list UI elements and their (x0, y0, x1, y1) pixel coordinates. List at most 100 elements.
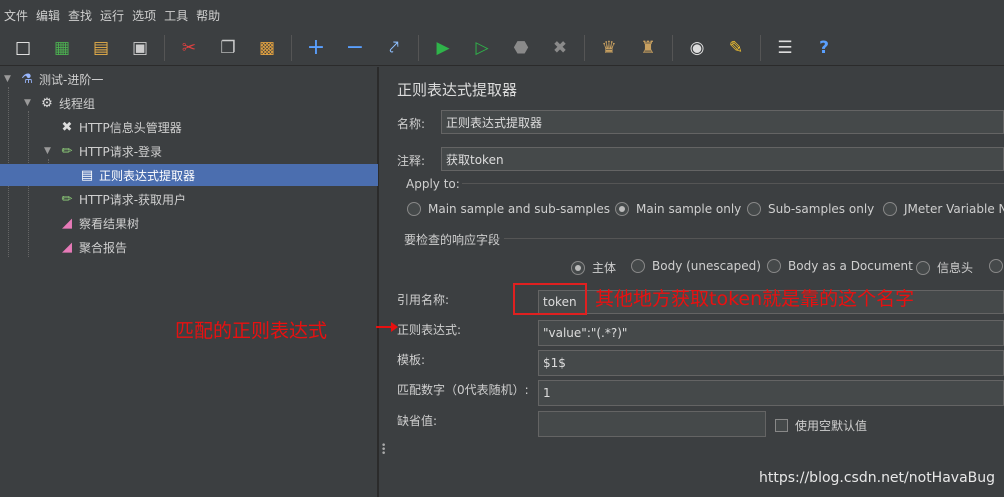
collapse-icon[interactable]: − (340, 33, 370, 63)
match-no-label: 匹配数字（0代表随机）: (397, 383, 529, 397)
template-field[interactable]: $1$ (538, 350, 1004, 376)
save-icon[interactable]: ▣ (125, 33, 155, 63)
field-headers-radio[interactable]: 信息头 (916, 259, 973, 276)
toolbar-separator (291, 34, 292, 61)
tree-node-label: 聚合报告 (79, 240, 128, 255)
toolbar-separator (760, 34, 761, 61)
name-field[interactable]: 正则表达式提取器 (441, 110, 1004, 134)
apply-to-main-only-radio[interactable]: Main sample only (615, 202, 741, 216)
response-field-group-border (504, 238, 1004, 239)
tree-node-thread-group[interactable]: ▼ ⚙ 线程组 (24, 92, 374, 114)
splitter-grip-icon[interactable]: • • • (381, 442, 386, 459)
tree-node-header-manager[interactable]: ✖ HTTP信息头管理器 (58, 116, 374, 138)
copy-icon[interactable]: ❐ (213, 33, 243, 63)
pipette-icon: ✏ (61, 191, 73, 207)
menu-run[interactable]: 运行 (100, 7, 124, 24)
open-icon[interactable]: ▤ (86, 33, 116, 63)
tree-node-test-plan[interactable]: ▼ ⚗ 测试-进阶一 (4, 68, 374, 90)
stop-icon[interactable]: ⬣ (506, 33, 536, 63)
annotation-regex-note: 匹配的正则表达式 (175, 320, 328, 342)
function-helper-icon[interactable]: ☰ (770, 33, 800, 63)
reset-search-icon[interactable]: ✎ (721, 33, 751, 63)
tree-node-label: 测试-进阶一 (39, 72, 104, 87)
gear-icon: ⚙ (41, 95, 53, 111)
graph-icon: ◢ (62, 215, 72, 231)
expand-icon[interactable]: + (301, 33, 331, 63)
tree-node-label: 察看结果树 (79, 216, 140, 231)
use-empty-default-checkbox[interactable]: 使用空默认值 (775, 417, 867, 434)
apply-to-sub-only-radio[interactable]: Sub-samples only (747, 202, 874, 216)
tree-node-label: 线程组 (59, 96, 96, 111)
templates-icon[interactable]: ▦ (47, 33, 77, 63)
tree-node-http-login[interactable]: ▼ ✏ HTTP请求-登录 (44, 140, 374, 162)
radio-label: Main sample and sub-samples (428, 202, 610, 216)
radio-label: Main sample only (636, 202, 742, 216)
apply-to-jmeter-variable-radio[interactable]: JMeter Variable Na (883, 202, 1004, 216)
radio-label: Body (unescaped) (652, 259, 761, 273)
clear-icon[interactable]: ♛ (594, 33, 624, 63)
extractor-panel: 正则表达式提取器 名称: 正则表达式提取器 注释: 获取token Apply … (386, 67, 1004, 497)
search-icon[interactable]: ◉ (682, 33, 712, 63)
radio-dot (747, 202, 761, 216)
field-body-radio[interactable]: 主体 (571, 259, 616, 276)
field-more-radio[interactable] (989, 259, 1004, 273)
checkbox-label: 使用空默认值 (795, 419, 868, 433)
ref-name-label: 引用名称: (397, 293, 450, 307)
radio-label: 信息头 (937, 261, 974, 275)
watermark: https://blog.csdn.net/notHavaBug (759, 470, 996, 486)
test-plan-tree: ▼ ⚗ 测试-进阶一 ▼ ⚙ 线程组 ✖ HTTP信息头管理器 ▼ ✏ HTTP… (0, 67, 378, 497)
tree-node-results-tree[interactable]: ◢ 察看结果树 (58, 212, 374, 234)
toolbar-separator (418, 34, 419, 61)
menu-tools[interactable]: 工具 (164, 7, 188, 24)
radio-label: 主体 (592, 261, 617, 275)
radio-dot (916, 260, 930, 275)
paste-icon[interactable]: ▩ (252, 33, 282, 63)
split-pane-divider[interactable] (378, 67, 386, 497)
field-body-as-document-radio[interactable]: Body as a Document (767, 259, 913, 273)
annotation-highlight-box (513, 283, 587, 315)
chevron-down-icon[interactable]: ▼ (4, 74, 18, 84)
default-value-field[interactable] (538, 411, 766, 437)
tree-node-label: HTTP请求-获取用户 (79, 192, 187, 207)
menu-file[interactable]: 文件 (4, 7, 28, 24)
toggle-icon[interactable]: ⤤ (379, 33, 409, 63)
tree-node-regex-extractor[interactable]: ▤ 正则表达式提取器 (0, 164, 378, 186)
chevron-down-icon[interactable]: ▼ (44, 146, 58, 156)
regex-field[interactable]: "value":"(.*?)" (538, 320, 1004, 346)
radio-dot (615, 202, 629, 216)
menu-help[interactable]: 帮助 (196, 7, 220, 24)
toolbar-separator (164, 34, 165, 61)
match-no-field[interactable]: 1 (538, 380, 1004, 406)
menu-options[interactable]: 选项 (132, 7, 156, 24)
shutdown-icon[interactable]: ✖ (545, 33, 575, 63)
clear-all-icon[interactable]: ♜ (633, 33, 663, 63)
apply-to-main-and-sub-radio[interactable]: Main sample and sub-samples (407, 202, 610, 216)
radio-dot (989, 259, 1003, 273)
tree-node-label: HTTP请求-登录 (79, 144, 163, 159)
name-label: 名称: (397, 117, 426, 131)
chevron-down-icon[interactable]: ▼ (24, 98, 38, 108)
tree-node-http-get-user[interactable]: ✏ HTTP请求-获取用户 (58, 188, 374, 210)
toolbar: □ ▦ ▤ ▣ ✂ ❐ ▩ + − ⤤ ▶ ▷ ⬣ ✖ ♛ ♜ ◉ ✎ ☰ ? (0, 30, 1004, 66)
toolbar-separator (672, 34, 673, 61)
help-icon[interactable]: ? (809, 33, 839, 63)
menu-edit[interactable]: 编辑 (36, 7, 60, 24)
cut-icon[interactable]: ✂ (174, 33, 204, 63)
new-icon[interactable]: □ (8, 33, 38, 63)
start-icon[interactable]: ▶ (428, 33, 458, 63)
toolbar-separator (584, 34, 585, 61)
comment-field[interactable]: 获取token (441, 147, 1004, 171)
template-label: 模板: (397, 353, 426, 367)
radio-dot (631, 259, 645, 273)
field-body-unescaped-radio[interactable]: Body (unescaped) (631, 259, 761, 273)
wrench-icon: ✖ (61, 119, 73, 135)
tree-node-aggregate-report[interactable]: ◢ 聚合报告 (58, 236, 374, 258)
comment-label: 注释: (397, 154, 426, 168)
regex-label: 正则表达式: (397, 323, 462, 337)
apply-to-group-border (448, 183, 1004, 184)
start-no-pause-icon[interactable]: ▷ (467, 33, 497, 63)
radio-dot (767, 259, 781, 273)
radio-dot (407, 202, 421, 216)
pipette-icon: ✏ (61, 143, 73, 159)
menu-search[interactable]: 查找 (68, 7, 92, 24)
